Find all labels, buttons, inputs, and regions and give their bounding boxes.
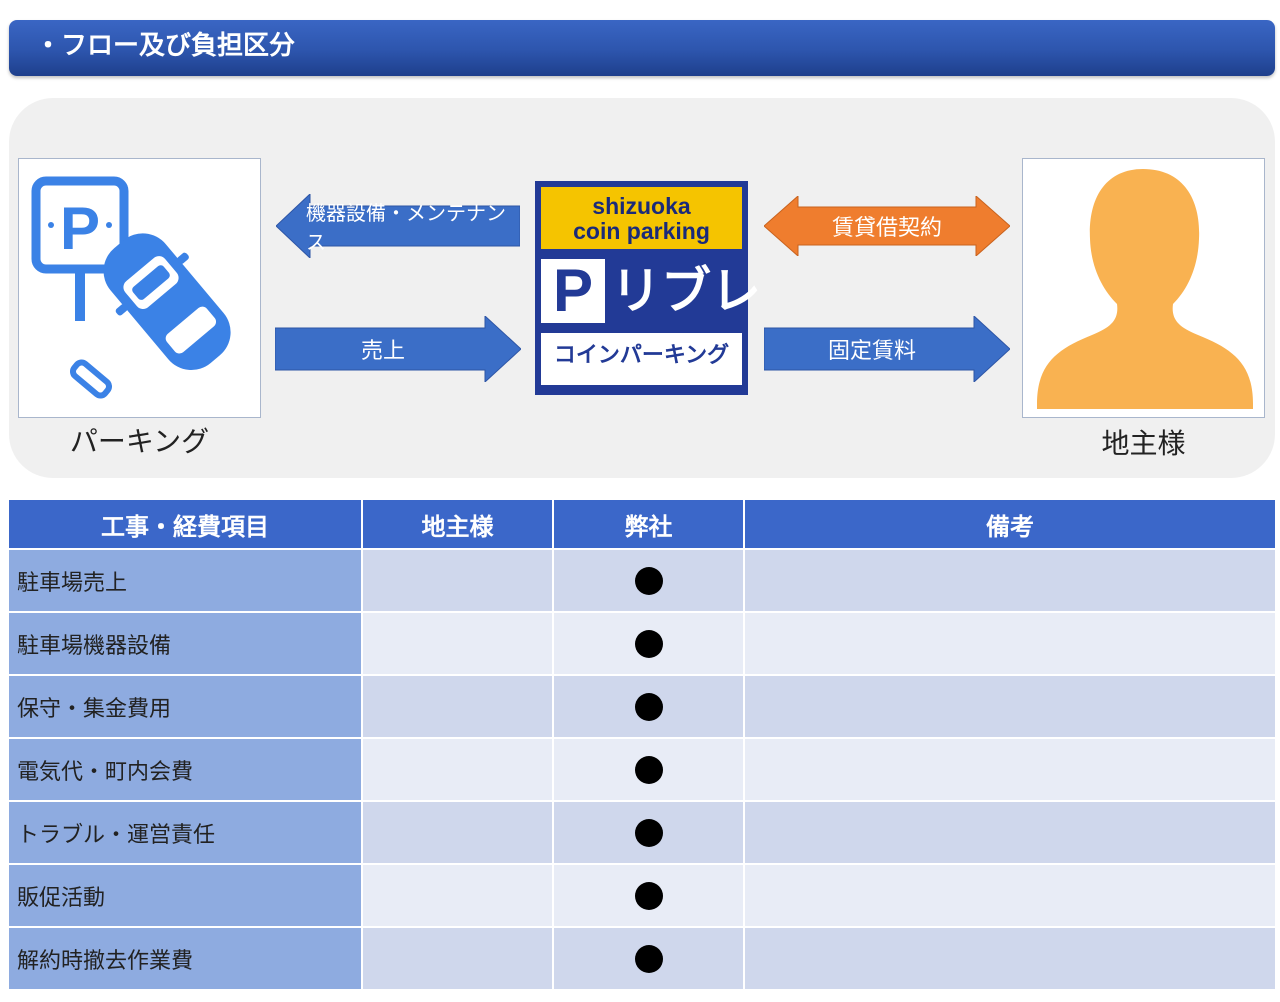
row-company: [554, 800, 745, 863]
parking-icon: P: [31, 176, 231, 399]
row-company: [554, 863, 745, 926]
row-company: [554, 611, 745, 674]
fixed-rent-label: 固定賃料: [827, 339, 916, 364]
row-item: 駐車場機器設備: [9, 611, 363, 674]
table-row: 駐車場売上: [9, 548, 1275, 611]
row-item: トラブル・運営責任: [9, 800, 363, 863]
logo-line1: shizuoka: [592, 193, 691, 219]
row-note: [745, 863, 1275, 926]
row-landowner: [363, 800, 554, 863]
logo-p-icon: P: [541, 259, 605, 323]
fixed-rent-arrow: 固定賃料: [764, 316, 1010, 382]
company-mark-icon: [634, 629, 663, 658]
company-mark-icon: [634, 818, 663, 847]
row-item: 駐車場売上: [9, 548, 363, 611]
row-company: [554, 737, 745, 800]
header-item: 工事・経費項目: [9, 500, 363, 548]
table-row: トラブル・運営責任: [9, 800, 1275, 863]
person-icon: [1037, 169, 1253, 409]
table-row: 保守・集金費用: [9, 674, 1275, 737]
sales-arrow: 売上: [275, 316, 521, 382]
section-title: ・フロー及び負担区分: [35, 31, 296, 61]
row-note: [745, 548, 1275, 611]
equipment-maintenance-label: 機器設備・メンテナンス: [306, 201, 506, 254]
row-item: 電気代・町内会費: [9, 737, 363, 800]
row-landowner: [363, 548, 554, 611]
company-mark-icon: [634, 944, 663, 973]
row-note: [745, 926, 1275, 989]
row-item: 保守・集金費用: [9, 674, 363, 737]
lease-contract-arrow: 賃貸借契約: [764, 196, 1010, 256]
company-mark-icon: [634, 881, 663, 910]
logo-line2: coin parking: [573, 218, 710, 244]
row-landowner: [363, 674, 554, 737]
header-company: 弊社: [554, 500, 745, 548]
company-mark-icon: [634, 692, 663, 721]
logo-top-band: shizuoka coin parking: [541, 187, 742, 249]
header-landowner: 地主様: [363, 500, 554, 548]
parking-sign-letter: P: [60, 195, 100, 262]
landowner-caption: 地主様: [1101, 427, 1186, 460]
logo-brand-row: P リブレ: [541, 255, 761, 325]
row-note: [745, 737, 1275, 800]
table-row: 販促活動: [9, 863, 1275, 926]
table-header-row: 工事・経費項目 地主様 弊社 備考: [9, 500, 1275, 548]
row-note: [745, 800, 1275, 863]
parking-caption: パーキング: [69, 425, 210, 458]
page: ・フロー及び負担区分 P パーキング 機器設備・メンテナンス 売上 shizuo…: [0, 0, 1280, 1002]
row-landowner: [363, 926, 554, 989]
equipment-maintenance-arrow: 機器設備・メンテナンス: [276, 194, 520, 258]
table-row: 電気代・町内会費: [9, 737, 1275, 800]
row-landowner: [363, 611, 554, 674]
row-item: 解約時撤去作業費: [9, 926, 363, 989]
company-mark-icon: [634, 755, 663, 784]
lease-contract-label: 賃貸借契約: [831, 216, 942, 241]
row-company: [554, 674, 745, 737]
landowner-icon-box: [1022, 158, 1265, 418]
row-item: 販促活動: [9, 863, 363, 926]
row-company: [554, 926, 745, 989]
company-mark-icon: [634, 566, 663, 595]
parking-icon-box: P: [18, 158, 261, 418]
section-header: ・フロー及び負担区分: [9, 20, 1275, 76]
logo-brand-name: リブレ: [611, 262, 761, 320]
sales-label: 売上: [360, 339, 405, 364]
row-note: [745, 674, 1275, 737]
coin-parking-logo: shizuoka coin parking P リブレ コインパーキング: [535, 181, 761, 395]
row-landowner: [363, 863, 554, 926]
burden-table: 工事・経費項目 地主様 弊社 備考 駐車場売上 駐車場機器設備 保守・集金費用: [9, 500, 1275, 989]
row-company: [554, 548, 745, 611]
table-row: 解約時撤去作業費: [9, 926, 1275, 989]
logo-subtitle: コインパーキング: [541, 333, 742, 385]
row-note: [745, 611, 1275, 674]
header-note: 備考: [745, 500, 1275, 548]
row-landowner: [363, 737, 554, 800]
table-row: 駐車場機器設備: [9, 611, 1275, 674]
